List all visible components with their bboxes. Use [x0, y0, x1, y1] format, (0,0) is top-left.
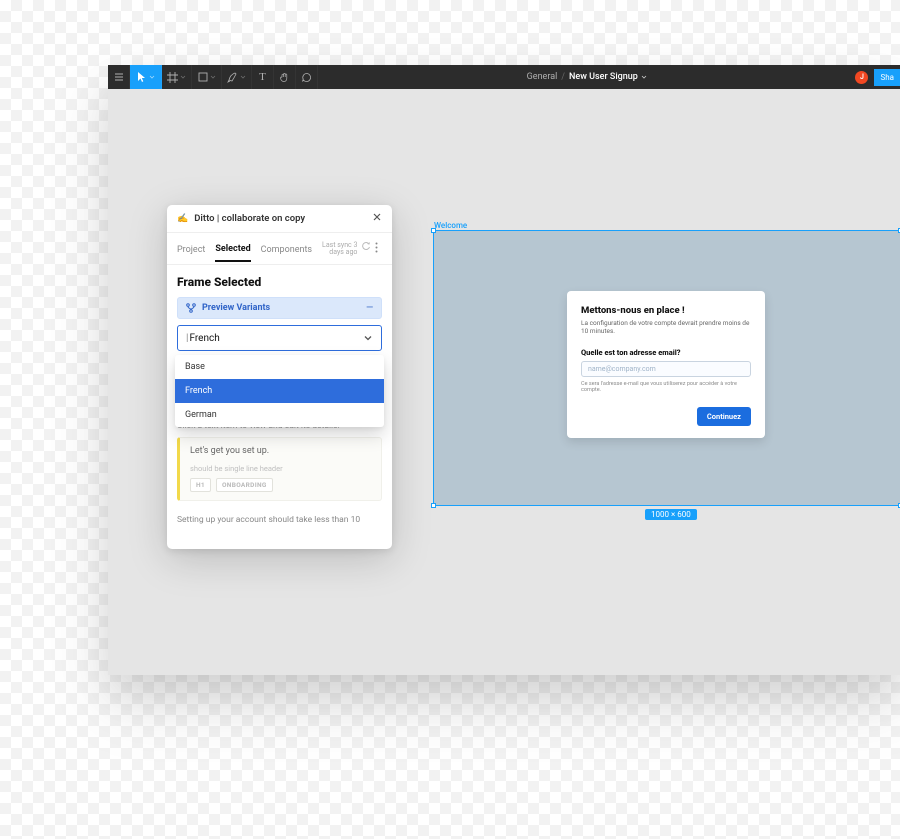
- pen-icon: [227, 72, 238, 83]
- text-item-preview[interactable]: Setting up your account should take less…: [177, 515, 382, 525]
- rectangle-icon: [198, 72, 208, 82]
- text-icon: T: [259, 71, 266, 83]
- share-button[interactable]: Sha: [874, 69, 900, 86]
- signup-subtitle: La configuration de votre compte devrait…: [581, 319, 751, 336]
- tab-project[interactable]: Project: [177, 237, 205, 261]
- collapse-icon[interactable]: —: [366, 303, 373, 313]
- continue-button[interactable]: Continuez: [697, 407, 751, 426]
- text-tool[interactable]: T: [252, 65, 274, 89]
- selection-handle-sw[interactable]: [431, 503, 436, 508]
- email-hint: Ce sera l'adresse e-mail que vous utilis…: [581, 381, 751, 393]
- figma-window: T General / New User Signup J Sha Wel: [108, 65, 900, 675]
- signup-title: Mettons-nous en place !: [581, 305, 751, 316]
- tab-components[interactable]: Components: [261, 237, 312, 261]
- chevron-down-icon: [363, 333, 373, 344]
- top-toolbar: T General / New User Signup J Sha: [108, 65, 900, 89]
- variant-select[interactable]: | French: [177, 325, 382, 351]
- tag-chip: H1: [190, 478, 211, 492]
- chevron-down-icon: [240, 75, 246, 79]
- hand-icon: [279, 72, 290, 83]
- last-sync-label: Last sync 3 days ago: [322, 242, 357, 256]
- frame-size-pill: 1000 × 600: [645, 509, 697, 520]
- toolbar-right: J Sha: [855, 69, 900, 86]
- ditto-logo-icon: ✍️: [177, 214, 188, 224]
- frame-icon: [167, 72, 178, 83]
- chevron-down-icon: [210, 75, 216, 79]
- hand-tool[interactable]: [274, 65, 296, 89]
- pointer-icon: [137, 71, 147, 83]
- plugin-tabs: Project Selected Components Last sync 3 …: [167, 233, 392, 265]
- text-item-tags: H1 ONBOARDING: [190, 478, 371, 492]
- text-item-card[interactable]: Let's get you set up. should be single l…: [177, 437, 382, 501]
- ditto-plugin-panel: ✍️ Ditto | collaborate on copy Project S…: [167, 205, 392, 549]
- branch-icon: [186, 303, 196, 313]
- more-menu-button[interactable]: [375, 242, 378, 256]
- preview-variants-label: Preview Variants: [202, 303, 270, 313]
- main-menu-button[interactable]: [108, 65, 130, 89]
- tab-selected[interactable]: Selected: [215, 236, 250, 262]
- canvas[interactable]: Welcome Mettons-nous en place ! La confi…: [108, 89, 900, 675]
- avatar[interactable]: J: [855, 71, 868, 84]
- signup-card: Mettons-nous en place ! La configuration…: [567, 291, 765, 438]
- comment-tool[interactable]: [296, 65, 318, 89]
- frame-label[interactable]: Welcome: [434, 221, 467, 230]
- email-field[interactable]: name@company.com: [581, 361, 751, 377]
- preview-variants-bar[interactable]: Preview Variants —: [177, 297, 382, 319]
- close-button[interactable]: [372, 212, 382, 225]
- chevron-down-icon: [641, 75, 647, 79]
- variant-option-base[interactable]: Base: [175, 355, 384, 379]
- frame-tool[interactable]: [162, 65, 192, 89]
- variant-dropdown: Base French German: [175, 355, 384, 427]
- comment-icon: [301, 72, 312, 83]
- plugin-title: Ditto | collaborate on copy: [194, 213, 305, 224]
- variant-select-value: French: [189, 333, 219, 344]
- shape-tool[interactable]: [192, 65, 222, 89]
- frame-selected-heading: Frame Selected: [177, 275, 382, 289]
- refresh-icon[interactable]: [361, 242, 371, 255]
- move-tool[interactable]: [130, 65, 162, 89]
- breadcrumb-parent: General: [527, 72, 558, 82]
- plugin-header: ✍️ Ditto | collaborate on copy: [167, 205, 392, 233]
- hamburger-icon: [114, 72, 124, 82]
- breadcrumb-separator: /: [561, 72, 565, 82]
- variant-option-german[interactable]: German: [175, 403, 384, 427]
- plugin-body: Frame Selected Preview Variants — | Fren…: [167, 265, 392, 525]
- text-item-value: Let's get you set up.: [190, 446, 371, 456]
- variant-option-french[interactable]: French: [175, 379, 384, 403]
- selected-frame[interactable]: Mettons-nous en place ! La configuration…: [434, 231, 900, 505]
- chevron-down-icon: [149, 75, 155, 79]
- text-item-note: should be single line header: [190, 464, 371, 473]
- tag-chip: ONBOARDING: [216, 478, 273, 492]
- selection-handle-nw[interactable]: [431, 228, 436, 233]
- pen-tool[interactable]: [222, 65, 252, 89]
- chevron-down-icon: [180, 75, 186, 79]
- breadcrumb[interactable]: General / New User Signup: [318, 72, 855, 82]
- breadcrumb-current: New User Signup: [569, 72, 647, 82]
- signup-question: Quelle est ton adresse email?: [581, 348, 751, 357]
